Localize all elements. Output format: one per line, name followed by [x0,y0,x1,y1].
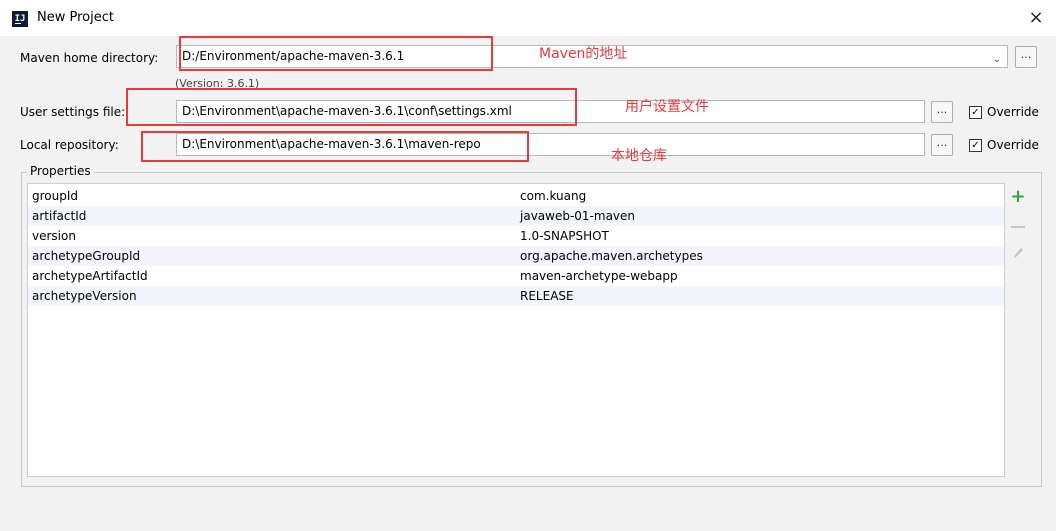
close-icon[interactable]: × [1022,6,1050,30]
user-settings-label: User settings file: [20,105,126,119]
dialog-footer [0,490,1056,531]
property-key: archetypeVersion [32,289,137,303]
add-property-icon[interactable]: + [1008,187,1028,207]
property-value: maven-archetype-webapp [520,269,678,283]
intellij-app-icon: IJ [12,11,28,27]
user-settings-annotation: 用户设置文件 [625,99,709,115]
table-row[interactable]: groupId com.kuang [28,186,1004,206]
table-row[interactable]: archetypeVersion RELEASE [28,286,1004,306]
local-repo-browse-button[interactable]: ... [931,134,953,156]
remove-property-icon[interactable] [1011,226,1025,228]
maven-home-annotation: Maven的地址 [539,46,628,62]
local-repo-override-checkbox[interactable]: ✓ [969,139,982,152]
maven-home-highlight-box [179,36,493,71]
local-repo-override-label: Override [987,138,1039,152]
title-bar: IJ New Project × [0,0,1056,36]
maven-home-label: Maven home directory: [20,51,159,65]
table-row[interactable]: artifactId javaweb-01-maven [28,206,1004,226]
user-settings-override-checkbox[interactable]: ✓ [969,106,982,119]
property-value: RELEASE [520,289,574,303]
table-row[interactable]: archetypeArtifactId maven-archetype-weba… [28,266,1004,286]
local-repo-label: Local repository: [20,138,119,152]
property-value: 1.0-SNAPSHOT [520,229,609,243]
window-title: New Project [37,10,114,25]
property-key: archetypeGroupId [32,249,141,263]
property-value: org.apache.maven.archetypes [520,249,703,263]
table-row[interactable]: version 1.0-SNAPSHOT [28,226,1004,246]
properties-title: Properties [27,164,94,178]
property-key: version [32,229,76,243]
property-value: javaweb-01-maven [520,209,636,223]
maven-home-browse-button[interactable]: ... [1015,46,1037,68]
local-repo-annotation: 本地仓库 [611,148,667,164]
property-key: artifactId [32,209,87,223]
property-key: archetypeArtifactId [32,269,148,283]
property-value: com.kuang [520,189,587,203]
property-key: groupId [32,189,79,203]
user-settings-highlight-box [126,88,577,126]
user-settings-browse-button[interactable]: ... [931,101,953,123]
local-repo-highlight-box [141,131,529,162]
table-row[interactable]: archetypeGroupId org.apache.maven.archet… [28,246,1004,266]
user-settings-override-label: Override [987,105,1039,119]
properties-table[interactable]: groupId com.kuang artifactId javaweb-01-… [27,183,1005,477]
chevron-down-icon[interactable]: ⌄ [989,52,1005,68]
edit-property-icon[interactable] [1012,246,1024,260]
